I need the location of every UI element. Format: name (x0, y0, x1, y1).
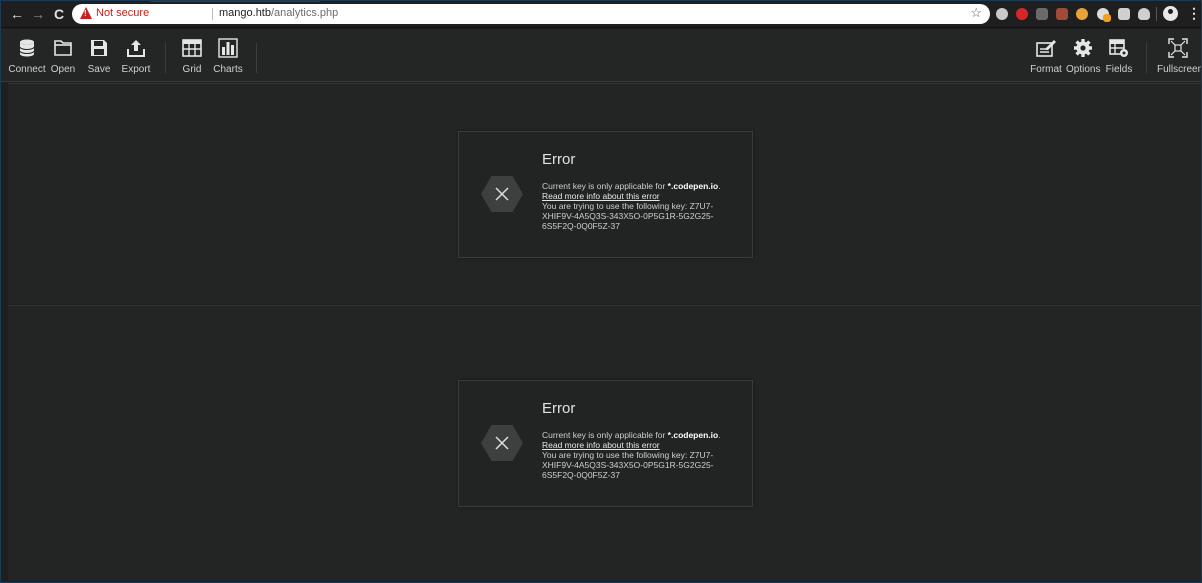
grid-icon (182, 39, 202, 57)
read-more-link[interactable]: Read more info about this error (542, 440, 660, 450)
reload-button[interactable]: C (50, 5, 68, 23)
format-icon (1036, 40, 1056, 57)
browser-menu-icon[interactable]: ⋮ (1187, 5, 1201, 22)
format-button[interactable]: Format (1030, 38, 1062, 78)
error-message: Current key is only applicable for *.cod… (542, 181, 742, 231)
extension-icon[interactable] (1076, 8, 1088, 20)
browser-chrome: ← → C Not secure mango.htb/analytics.php… (0, 0, 1202, 28)
extension-badge-icon (1103, 14, 1111, 22)
floppy-disk-icon (91, 40, 107, 56)
fullscreen-label: Fullscreen (1157, 64, 1202, 75)
options-label: Options (1066, 64, 1101, 75)
error-line-suffix: . (718, 430, 721, 440)
toolbar-separator (165, 43, 166, 73)
connect-button[interactable]: Connect (8, 38, 46, 78)
fields-button[interactable]: Fields (1105, 38, 1133, 78)
fields-label: Fields (1105, 64, 1133, 75)
charts-button[interactable]: Charts (213, 38, 243, 78)
error-line-prefix: Current key is only applicable for (542, 430, 668, 440)
error-hexagon-icon (481, 425, 523, 461)
read-more-link[interactable]: Read more info about this error (542, 191, 660, 201)
open-label: Open (50, 64, 76, 75)
connect-label: Connect (8, 64, 46, 75)
save-button[interactable]: Save (86, 38, 112, 78)
error-title: Error (542, 400, 576, 417)
error-box: Error Current key is only applicable for… (458, 380, 753, 507)
toolbar-separator (256, 43, 257, 73)
not-secure-label[interactable]: Not secure (96, 7, 149, 19)
forward-button[interactable]: → (29, 5, 47, 23)
url-text[interactable]: mango.htb/analytics.php (219, 7, 338, 19)
fullscreen-button[interactable]: Fullscreen (1157, 38, 1202, 78)
app-toolbar: Connect Open Save Export Grid Charts For… (0, 29, 1202, 82)
url-host: mango.htb (219, 7, 271, 19)
charts-label: Charts (213, 64, 243, 75)
grid-panel: Error Current key is only applicable for… (8, 83, 1202, 304)
charts-panel: Error Current key is only applicable for… (8, 305, 1202, 581)
address-bar[interactable]: Not secure mango.htb/analytics.php ☆ (72, 4, 990, 24)
address-separator (212, 8, 213, 20)
bar-chart-icon (218, 38, 238, 58)
extension-icon[interactable] (1036, 8, 1048, 20)
grid-button[interactable]: Grid (180, 38, 204, 78)
close-icon (495, 436, 509, 450)
close-icon (495, 187, 509, 201)
gear-icon (1074, 39, 1092, 57)
error-key-text: You are trying to use the following key:… (542, 201, 714, 231)
profile-avatar-icon[interactable] (1163, 6, 1178, 21)
extension-icon[interactable] (1138, 8, 1150, 20)
toolbar-separator (1146, 43, 1147, 73)
extension-icon[interactable] (996, 8, 1008, 20)
error-domain: *.codepen.io (667, 181, 719, 191)
url-path: /analytics.php (270, 7, 339, 19)
open-button[interactable]: Open (50, 38, 76, 78)
error-box: Error Current key is only applicable for… (458, 131, 753, 258)
bookmark-star-icon[interactable]: ☆ (970, 5, 982, 21)
error-title: Error (542, 151, 576, 168)
error-key-text: You are trying to use the following key:… (542, 450, 714, 480)
database-icon (19, 39, 35, 57)
format-label: Format (1030, 64, 1062, 75)
folder-icon (54, 40, 72, 56)
save-label: Save (87, 64, 111, 75)
fullscreen-icon (1168, 38, 1188, 58)
export-button[interactable]: Export (120, 38, 152, 78)
active-tab-indicator (150, 0, 320, 2)
export-label: Export (121, 64, 151, 75)
back-button[interactable]: ← (8, 5, 26, 23)
extension-icon[interactable] (1118, 8, 1130, 20)
extension-icon[interactable] (1056, 8, 1068, 20)
options-button[interactable]: Options (1066, 38, 1100, 78)
grid-label: Grid (182, 64, 202, 75)
error-hexagon-icon (481, 176, 523, 212)
error-line-prefix: Current key is only applicable for (542, 181, 668, 191)
ublock-icon[interactable] (1016, 8, 1028, 20)
export-icon (127, 40, 145, 57)
error-line-suffix: . (718, 181, 721, 191)
error-message: Current key is only applicable for *.cod… (542, 430, 742, 480)
warning-icon[interactable] (80, 7, 92, 19)
fields-icon (1109, 39, 1128, 57)
error-domain: *.codepen.io (667, 430, 719, 440)
toolbar-separator (1156, 7, 1157, 21)
